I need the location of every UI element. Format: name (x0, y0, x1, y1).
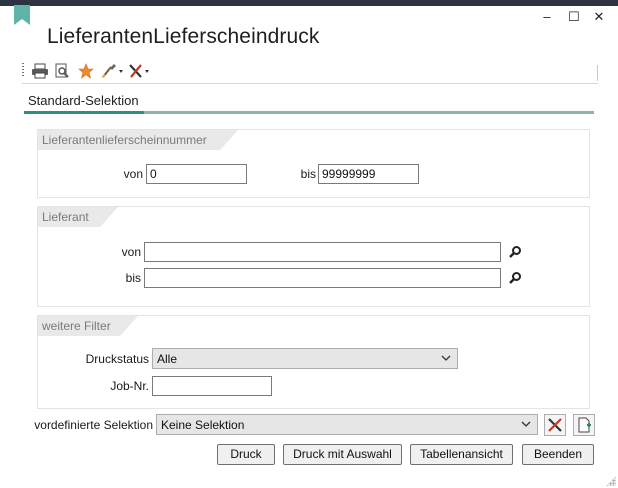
job-number-label: Job-Nr. (110, 379, 149, 393)
supplier-from-label: von (121, 245, 141, 259)
number-to-label: bis (300, 167, 316, 181)
toolbar-grip[interactable] (22, 63, 24, 77)
tools-icon[interactable] (128, 62, 152, 80)
table-view-button[interactable]: Tabellenansicht (410, 444, 513, 465)
print-with-selection-button[interactable]: Druck mit Auswahl (283, 444, 402, 465)
predefined-selection-label: vordefinierte Selektion (34, 418, 153, 432)
new-document-icon (578, 417, 591, 433)
minimize-button[interactable]: – (538, 9, 556, 24)
search-icon (509, 246, 521, 258)
supplier-to-label: bis (125, 271, 141, 285)
toolbar-separator (597, 65, 598, 81)
search-icon (509, 272, 521, 284)
chevron-down-icon (521, 421, 531, 427)
print-status-value: Alle (157, 352, 178, 366)
group-lieferscheinnummer: Lieferantenlieferscheinnummer (37, 129, 590, 198)
supplier-to-lookup-button[interactable] (505, 268, 525, 288)
print-button[interactable]: Druck (217, 444, 275, 465)
close-button[interactable]: ✕ (590, 9, 608, 25)
tab-standard-selektion[interactable]: Standard-Selektion (28, 93, 139, 108)
chevron-down-icon (441, 355, 451, 361)
job-number-input[interactable] (152, 376, 272, 396)
predefined-selection-value: Keine Selektion (161, 418, 245, 432)
tools-icon (548, 418, 562, 432)
printer-icon[interactable] (31, 62, 49, 80)
bookmark-icon[interactable] (14, 5, 30, 25)
group-header-label: Lieferant (42, 210, 89, 224)
supplier-from-lookup-button[interactable] (505, 242, 525, 262)
window-title: LieferantenLieferscheindruck (47, 25, 320, 48)
new-selection-button[interactable] (573, 414, 595, 436)
group-header-label: weitere Filter (42, 319, 111, 333)
number-from-input[interactable] (146, 164, 247, 184)
maximize-button[interactable]: ☐ (565, 9, 583, 25)
print-status-label: Druckstatus (85, 352, 149, 366)
tab-underline (24, 111, 594, 114)
exit-button[interactable]: Beenden (522, 444, 594, 465)
print-preview-icon[interactable] (54, 62, 70, 80)
selection-tools-button[interactable] (544, 414, 566, 436)
group-header-label: Lieferantenlieferscheinnummer (42, 133, 207, 147)
predefined-selection-select[interactable]: Keine Selektion (156, 414, 538, 435)
number-to-input[interactable] (318, 164, 419, 184)
supplier-from-input[interactable] (144, 242, 501, 262)
window-top-border (0, 0, 618, 6)
toolbar (22, 61, 598, 84)
number-from-label: von (123, 167, 143, 181)
supplier-to-input[interactable] (144, 268, 501, 288)
favorite-star-icon[interactable] (78, 62, 94, 80)
print-status-select[interactable]: Alle (152, 348, 458, 369)
resize-grip[interactable] (606, 476, 616, 486)
brush-icon[interactable] (100, 62, 124, 80)
